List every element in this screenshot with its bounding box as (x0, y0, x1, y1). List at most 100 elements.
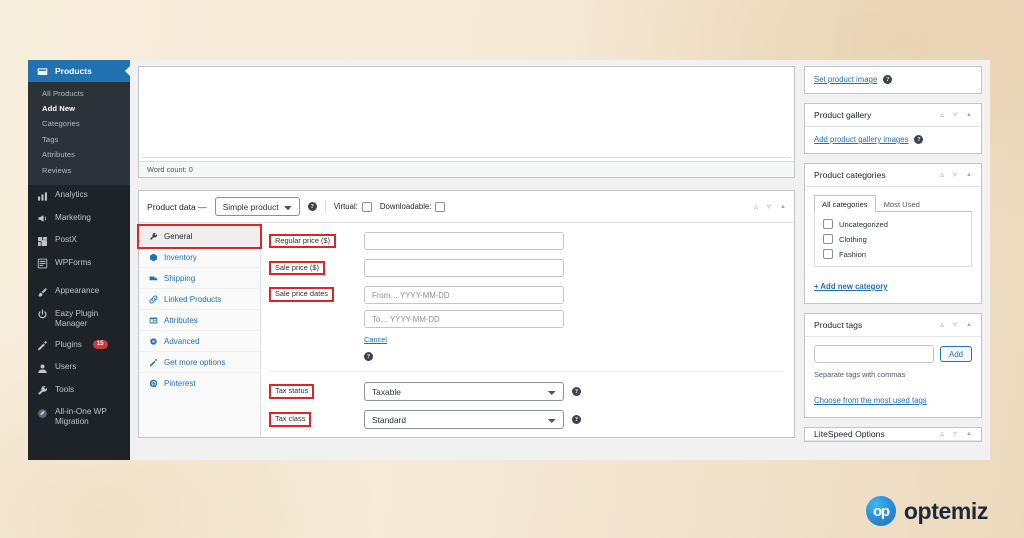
collapse-toggle-icon[interactable]: ▲ (966, 431, 972, 437)
sidebar-item-analytics[interactable]: Analytics (28, 185, 130, 208)
sidebar-item-wpforms[interactable]: WPForms (28, 252, 130, 275)
most-used-tags-link[interactable]: Choose from the most used tags (814, 396, 927, 405)
main-column: Word count: 0 Product data — Simple prod… (137, 60, 795, 460)
sale-date-from-input[interactable]: From… YYYY-MM-DD (364, 286, 564, 304)
tax-status-select[interactable]: Taxable (364, 382, 564, 401)
sidebar-item-label: Analytics (55, 190, 88, 200)
link-icon (148, 295, 158, 304)
tab-label: Linked Products (164, 294, 222, 304)
optemiz-logo-icon: op (865, 496, 896, 526)
sidebar-item-tools[interactable]: Tools (28, 379, 130, 402)
collapse-toggle-icon[interactable]: ▲ (966, 172, 972, 178)
move-up-icon[interactable]: ▵ (940, 111, 944, 119)
optemiz-logo: op optemiz (865, 496, 988, 526)
move-down-icon[interactable]: ▿ (953, 171, 957, 179)
panel-title: LiteSpeed Options (814, 429, 885, 439)
submenu-tags[interactable]: Tags (28, 132, 130, 147)
downloadable-checkbox-group[interactable]: Downloadable: (380, 201, 446, 212)
category-item[interactable]: Uncategorized (823, 219, 963, 229)
move-down-icon[interactable]: ▿ (953, 111, 957, 119)
add-new-category-link[interactable]: + Add new category (814, 282, 888, 291)
content-editor[interactable]: Word count: 0 (138, 66, 795, 178)
sidebar-item-eazy-plugin-manager[interactable]: Eazy Plugin Manager (28, 303, 130, 334)
regular-price-input[interactable] (364, 232, 564, 250)
editor-text-area[interactable] (142, 70, 791, 158)
help-icon[interactable]: ? (914, 135, 924, 144)
move-up-icon[interactable]: ▵ (940, 321, 944, 329)
add-gallery-images-link[interactable]: Add product gallery images (814, 135, 908, 144)
product-data-title: Product data — (147, 201, 207, 212)
product-data-body: General Inventory Shipping Linked Produc… (137, 223, 794, 437)
move-down-icon[interactable]: ▿ (953, 321, 957, 329)
tab-shipping[interactable]: Shipping (139, 268, 260, 289)
move-up-icon[interactable]: ▵ (940, 430, 944, 438)
sidebar-item-appearance[interactable]: Appearance (28, 281, 130, 304)
truck-icon (148, 274, 158, 283)
sale-price-input[interactable] (364, 259, 564, 277)
collapse-toggle-icon[interactable]: ▲ (780, 204, 786, 210)
tab-attributes[interactable]: Attributes (139, 310, 260, 331)
help-icon[interactable]: ? (307, 202, 317, 211)
category-list[interactable]: Uncategorized Clothing Fashion (814, 212, 972, 267)
help-icon[interactable]: ? (364, 352, 373, 361)
sidebar-item-all-in-one-wp-migration[interactable]: All-in-One WP Migration (28, 402, 130, 433)
cancel-sale-dates-link[interactable]: Cancel (364, 335, 564, 344)
category-checkbox[interactable] (823, 249, 833, 259)
tab-advanced[interactable]: Advanced (139, 331, 260, 352)
move-down-icon[interactable]: ▿ (767, 202, 771, 211)
category-checkbox[interactable] (823, 219, 833, 229)
sidebar-item-postx[interactable]: PostX (28, 230, 130, 253)
virtual-label: Virtual: (333, 202, 358, 211)
tag-input[interactable] (814, 345, 935, 363)
submenu-attributes[interactable]: Attributes (28, 147, 130, 162)
tab-inventory[interactable]: Inventory (139, 247, 260, 268)
submenu-categories[interactable]: Categories (28, 116, 130, 131)
product-data-panel: Product data — Simple product ? Virtual:… (137, 190, 795, 438)
virtual-checkbox[interactable] (361, 201, 372, 212)
tab-all-categories[interactable]: All categories (814, 195, 876, 212)
tax-class-select[interactable]: Standard (364, 410, 564, 429)
category-label: Fashion (839, 249, 867, 259)
panel-order-controls: ▵ ▿ ▲ (940, 321, 972, 329)
category-item[interactable]: Fashion (823, 249, 963, 259)
submenu-add-new[interactable]: Add New (28, 101, 130, 116)
sidebar-item-plugins[interactable]: Plugins 15 (28, 334, 130, 357)
product-categories-body: All categories Most Used Uncategorized C… (805, 187, 981, 303)
move-up-icon[interactable]: ▵ (940, 171, 944, 179)
table-icon (148, 316, 158, 325)
sidebar-item-users[interactable]: Users (28, 357, 130, 380)
tab-general[interactable]: General (137, 224, 262, 249)
help-icon[interactable]: ? (572, 415, 581, 424)
tab-label: Attributes (164, 315, 198, 325)
collapse-toggle-icon[interactable]: ▲ (966, 112, 972, 118)
submenu-reviews[interactable]: Reviews (28, 162, 130, 177)
category-item[interactable]: Clothing (823, 234, 963, 244)
move-up-icon[interactable]: ▵ (754, 202, 758, 211)
help-icon[interactable]: ? (572, 387, 581, 396)
product-type-select[interactable]: Simple product (214, 197, 300, 216)
help-icon[interactable]: ? (883, 75, 893, 84)
sale-price-label: Sale price ($) (269, 260, 325, 276)
general-fields: Regular price ($) Sale price ($) Sale pr… (261, 223, 794, 437)
sidebar-item-label: Appearance (55, 286, 100, 296)
tax-class-label: Tax class (269, 412, 312, 427)
downloadable-checkbox[interactable] (435, 201, 446, 212)
tab-label: Inventory (164, 252, 197, 262)
add-tag-button[interactable]: Add (940, 346, 972, 362)
move-down-icon[interactable]: ▿ (953, 430, 957, 438)
category-checkbox[interactable] (823, 234, 833, 244)
collapse-toggle-icon[interactable]: ▲ (966, 322, 972, 328)
sale-date-to-input[interactable]: To… YYYY-MM-DD (364, 310, 564, 328)
panel-order-controls: ▵ ▿ ▲ (940, 430, 972, 438)
power-plug-icon (37, 309, 48, 320)
product-tags-panel: Product tags ▵ ▿ ▲ Add Separate tags wit… (804, 313, 982, 418)
set-product-image-link[interactable]: Set product image (814, 75, 877, 84)
submenu-all-products[interactable]: All Products (28, 86, 130, 101)
sidebar-item-marketing[interactable]: Marketing (28, 207, 130, 230)
virtual-checkbox-group[interactable]: Virtual: (333, 201, 372, 212)
tab-pinterest[interactable]: Pinterest (139, 373, 260, 393)
sidebar-item-products[interactable]: Products (28, 60, 130, 82)
tab-most-used[interactable]: Most Used (876, 195, 928, 212)
tab-linked-products[interactable]: Linked Products (139, 289, 260, 310)
tab-get-more-options[interactable]: Get more options (139, 352, 260, 373)
